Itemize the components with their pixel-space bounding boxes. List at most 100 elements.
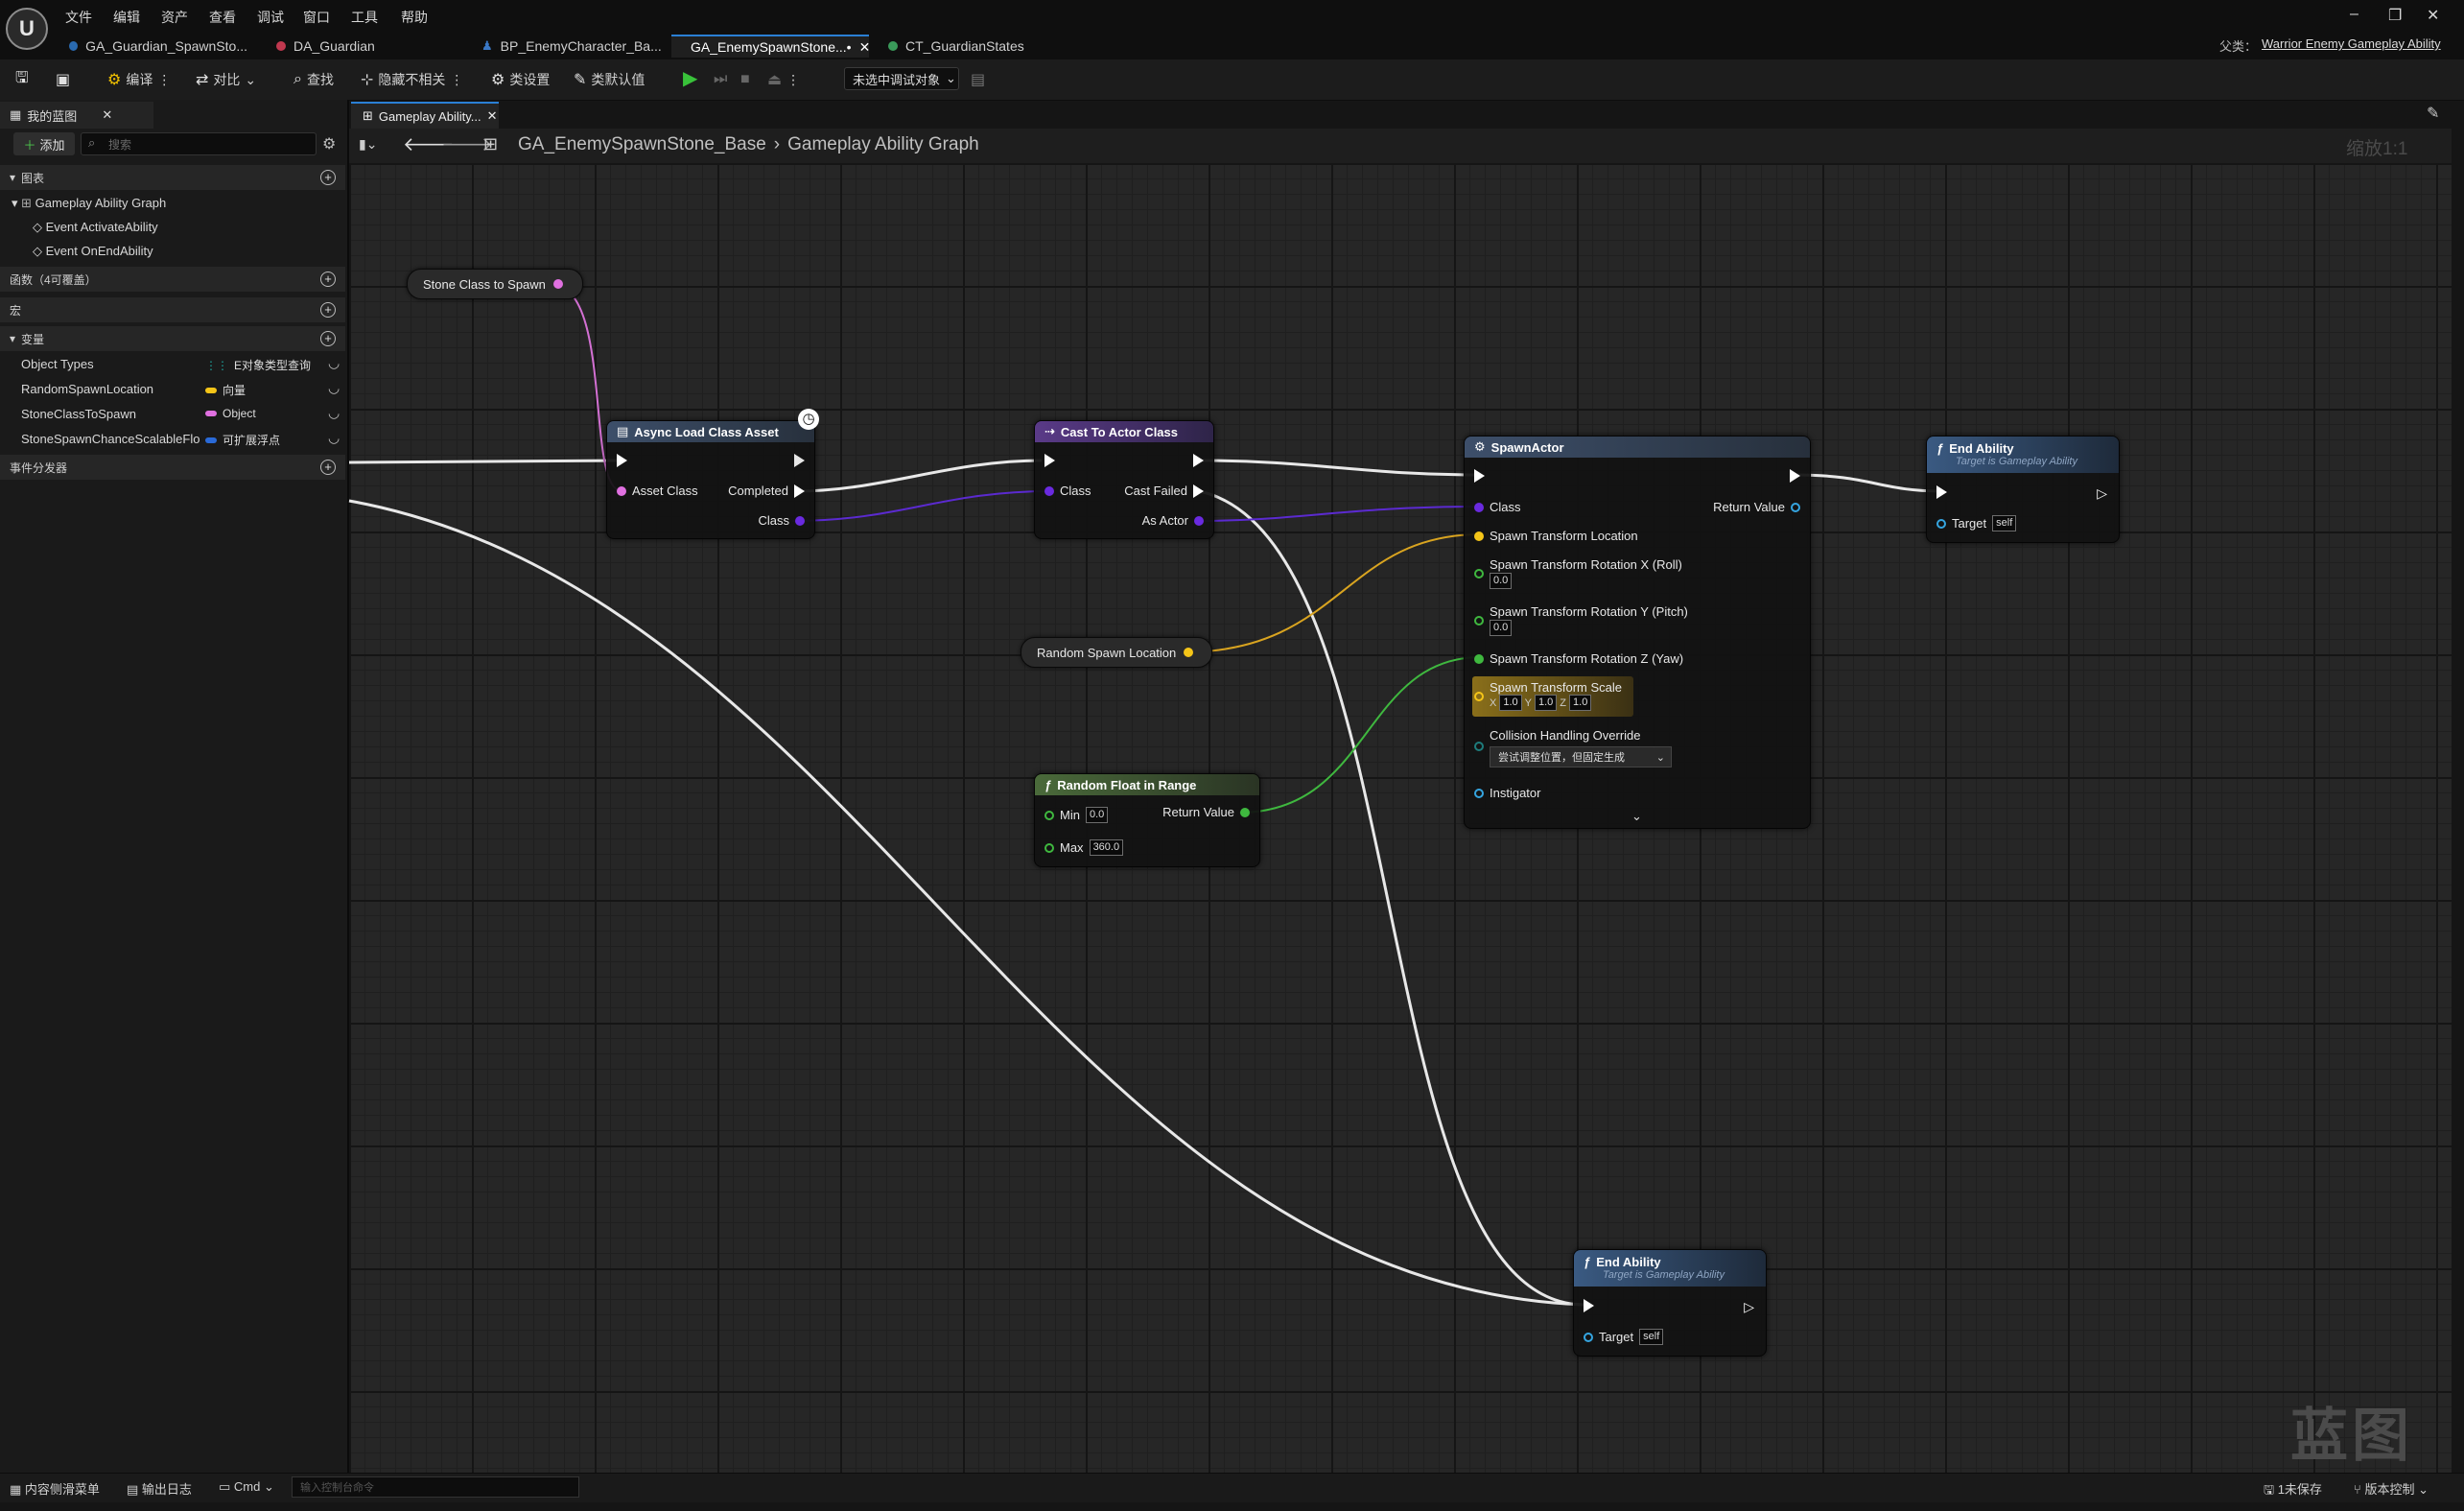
variable-object-types[interactable]: Object Types xyxy=(21,357,94,371)
class-in-pin[interactable]: Class xyxy=(1474,500,1521,514)
target-pin[interactable]: Target self xyxy=(1936,515,2017,531)
node-end-ability-2[interactable]: ƒ End Ability Target is Gameplay Ability … xyxy=(1573,1249,1767,1357)
event-on-end-ability[interactable]: ◇ Event OnEndAbility xyxy=(33,244,153,259)
unsaved-button[interactable]: 🖫 1未保存 xyxy=(2264,1479,2322,1502)
breadcrumb-graph[interactable]: Gameplay Ability Graph xyxy=(787,134,979,154)
as-actor-pin[interactable]: As Actor xyxy=(1142,513,1204,528)
instigator-pin[interactable]: Instigator xyxy=(1474,786,1540,800)
add-variable-icon[interactable]: + xyxy=(320,331,336,346)
add-button[interactable]: ＋添加 xyxy=(13,132,75,155)
class-defaults-button[interactable]: ✎ 类默认值 xyxy=(574,69,645,90)
exec-out-pin[interactable] xyxy=(1790,469,1800,483)
close-icon[interactable]: ✕ xyxy=(102,107,112,123)
unreal-logo-icon[interactable]: U xyxy=(6,8,48,50)
rotation-y-value[interactable]: 0.0 xyxy=(1490,620,1513,636)
tab-bp-enemy[interactable]: ♟ BP_EnemyCharacter_Ba... xyxy=(470,35,662,58)
menu-file[interactable]: 文件 xyxy=(65,8,92,27)
minimize-icon[interactable]: – xyxy=(2350,6,2358,23)
exec-out-pin[interactable] xyxy=(1193,454,1204,467)
parent-class-link[interactable]: Warrior Enemy Gameplay Ability xyxy=(2262,36,2441,51)
node-cast-to-actor-class[interactable]: ⇢ Cast To Actor Class Class Cast Failed A… xyxy=(1034,420,1214,539)
exec-in-pin[interactable] xyxy=(617,454,627,467)
find-button[interactable]: ⌕ 查找 xyxy=(293,69,334,90)
scale-z-value[interactable]: 1.0 xyxy=(1569,695,1592,711)
add-macro-icon[interactable]: + xyxy=(320,302,336,318)
tab-ct-guardian[interactable]: CT_GuardianStates xyxy=(877,35,1059,58)
spawn-location-pin[interactable]: Spawn Transform Location xyxy=(1474,529,1638,543)
rotation-z-pin[interactable]: Spawn Transform Rotation Z (Yaw) xyxy=(1474,651,1683,666)
graph-canvas[interactable] xyxy=(349,163,2452,1473)
breadcrumb-asset[interactable]: GA_EnemySpawnStone_Base xyxy=(518,134,766,154)
expand-chevron-icon[interactable]: ⌄ xyxy=(1631,809,1642,824)
node-async-load-class-asset[interactable]: ▤ Async Load Class Asset Asset Class Comp… xyxy=(606,420,815,539)
variable-stone-spawn-chance[interactable]: StoneSpawnChanceScalableFloat xyxy=(21,432,199,446)
exec-in-pin[interactable] xyxy=(1936,485,1947,499)
debug-object-select[interactable]: 未选中调试对象 ⌄ xyxy=(844,67,959,90)
exec-in-pin[interactable] xyxy=(1044,454,1055,467)
exec-out-pin[interactable]: ▷ xyxy=(2080,485,2107,502)
add-graph-icon[interactable]: + xyxy=(320,170,336,185)
tab-da-guardian[interactable]: DA_Guardian xyxy=(265,35,457,58)
save-icon[interactable]: 🖫 xyxy=(15,69,29,90)
exec-in-pin[interactable] xyxy=(1584,1299,1594,1312)
close-icon[interactable]: ✕ xyxy=(487,108,498,124)
class-in-pin[interactable]: Class xyxy=(1044,484,1091,498)
menu-debug[interactable]: 调试 xyxy=(257,8,284,27)
section-event-dispatchers[interactable]: 事件分发器 xyxy=(0,455,345,480)
target-value[interactable]: self xyxy=(1639,1329,1664,1345)
node-random-spawn-location[interactable]: Random Spawn Location xyxy=(1021,637,1212,668)
target-pin[interactable]: Target self xyxy=(1584,1329,1664,1345)
class-settings-button[interactable]: ⚙ 类设置 xyxy=(491,69,550,90)
hide-unrelated-button[interactable]: ⊹ 隐藏不相关 ⋮ xyxy=(361,69,463,90)
rotation-y-pin[interactable]: Spawn Transform Rotation Y (Pitch) 0.0 xyxy=(1474,604,1688,636)
class-out-pin[interactable]: Class xyxy=(758,513,805,528)
tab-ga-guardian[interactable]: GA_Guardian_SpawnSto... xyxy=(58,35,259,58)
restore-icon[interactable]: ❐ xyxy=(2388,6,2402,25)
min-value[interactable]: 0.0 xyxy=(1085,807,1109,823)
console-command-input[interactable]: 输入控制台命令 xyxy=(292,1476,579,1498)
collision-pin[interactable]: Collision Handling Override 尝试调整位置，但固定生成 ⌄ xyxy=(1474,728,1672,767)
min-pin[interactable]: Min 0.0 xyxy=(1044,807,1109,823)
cmd-dropdown[interactable]: ▭ Cmd ⌄ xyxy=(219,1479,274,1495)
tab-my-blueprint[interactable]: ▦ 我的蓝图 ✕ xyxy=(0,102,153,129)
variable-stone-class-to-spawn[interactable]: StoneClassToSpawn xyxy=(21,407,136,421)
edit-pencil-icon[interactable]: ✎ xyxy=(2427,104,2439,123)
play-button[interactable]: ▶ xyxy=(683,67,697,89)
max-pin[interactable]: Max 360.0 xyxy=(1044,839,1124,856)
menu-asset[interactable]: 资产 xyxy=(161,8,188,27)
scale-x-value[interactable]: 1.0 xyxy=(1499,695,1522,711)
max-value[interactable]: 360.0 xyxy=(1089,839,1124,856)
node-stone-class-to-spawn[interactable]: Stone Class to Spawn xyxy=(407,269,583,299)
menu-window[interactable]: 窗口 xyxy=(303,8,330,27)
rotation-x-value[interactable]: 0.0 xyxy=(1490,573,1513,589)
vector-pin[interactable] xyxy=(1184,648,1194,657)
menu-help[interactable]: 帮助 xyxy=(401,8,428,27)
exec-in-pin[interactable] xyxy=(1474,469,1485,483)
cast-failed-pin[interactable]: Cast Failed xyxy=(1124,484,1204,498)
eye-icon[interactable]: ◡ xyxy=(328,430,340,446)
node-random-float-in-range[interactable]: ƒ Random Float in Range Min 0.0 Return Val… xyxy=(1034,773,1260,867)
add-function-icon[interactable]: + xyxy=(320,272,336,287)
add-dispatcher-icon[interactable]: + xyxy=(320,460,336,475)
completed-pin[interactable]: Completed xyxy=(728,484,805,498)
step-button[interactable]: ⏭ xyxy=(714,69,727,90)
stop-button[interactable]: ■ xyxy=(740,69,750,90)
section-graphs[interactable]: ▾ 图表 xyxy=(0,165,345,190)
collision-dropdown[interactable]: 尝试调整位置，但固定生成 ⌄ xyxy=(1490,746,1672,767)
menu-tools[interactable]: 工具 xyxy=(351,8,378,27)
close-window-icon[interactable]: ✕ xyxy=(2427,6,2439,25)
eye-icon[interactable]: ◡ xyxy=(328,355,340,371)
section-functions[interactable]: 函数（4可覆盖） xyxy=(0,267,345,292)
event-activate-ability[interactable]: ◇ Event ActivateAbility xyxy=(33,220,158,235)
compile-button[interactable]: ⚙ 编译 ⋮ xyxy=(107,69,171,90)
object-pin[interactable] xyxy=(552,279,563,289)
gear-icon[interactable]: ⚙ xyxy=(322,134,336,153)
section-variables[interactable]: ▾ 变量 xyxy=(0,326,345,351)
tab-ga-enemy-spawn-stone[interactable]: GA_EnemySpawnStone...• ✕ xyxy=(671,35,870,58)
asset-class-pin[interactable]: Asset Class xyxy=(617,484,698,498)
exec-out-pin[interactable]: ▷ xyxy=(1744,1299,1754,1315)
return-value-pin[interactable]: Return Value xyxy=(1162,805,1250,819)
node-end-ability-1[interactable]: ƒ End Ability Target is Gameplay Ability … xyxy=(1926,436,2120,543)
search-input[interactable]: 搜索 xyxy=(81,132,317,155)
output-log-button[interactable]: ▤ 输出日志 xyxy=(127,1479,192,1498)
